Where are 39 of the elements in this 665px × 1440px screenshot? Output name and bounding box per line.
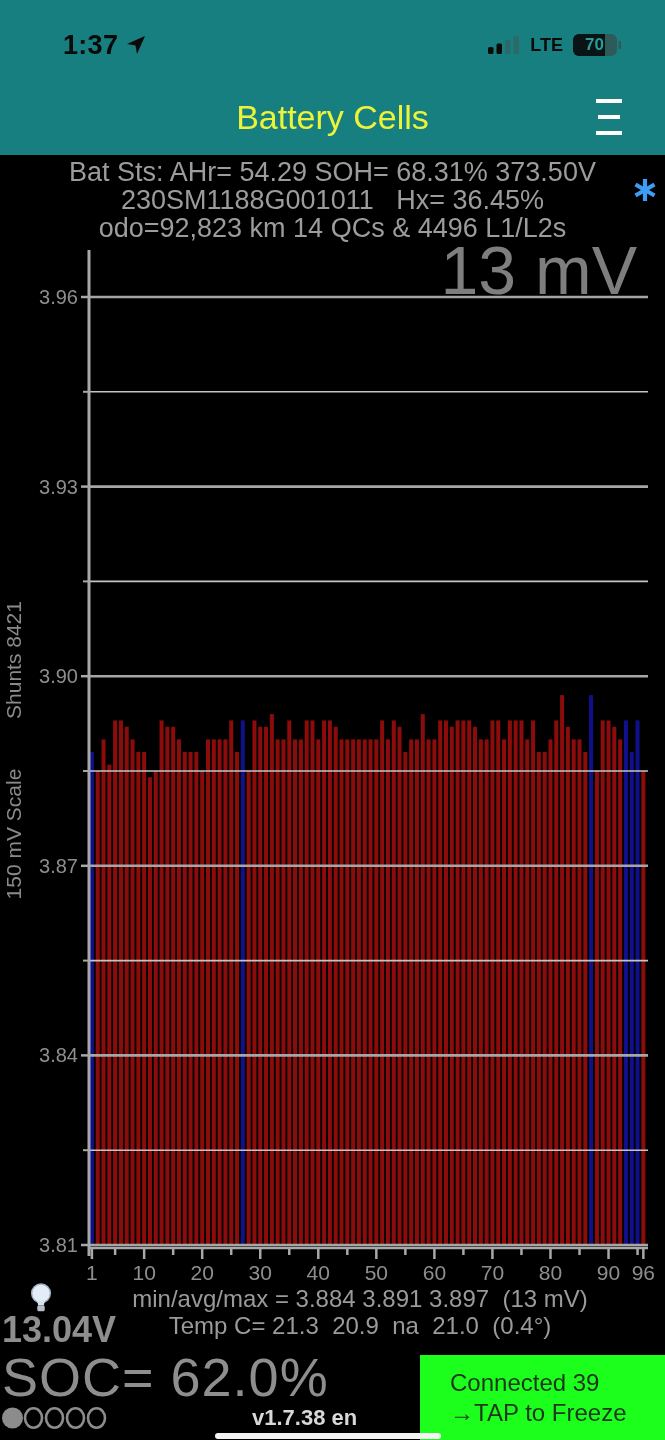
menu-icon[interactable] [596, 99, 622, 135]
x-tick-label: 40 [306, 1261, 330, 1284]
x-tick-label: 90 [596, 1261, 621, 1284]
aux-battery-voltage: 13.04V [2, 1313, 117, 1347]
signal-icon [488, 36, 521, 54]
shunts-label: Shunts 8421 [2, 601, 25, 719]
x-tick-label: 96 [631, 1261, 656, 1284]
y-tick-label: 3.84 [39, 1044, 78, 1067]
x-tick-label: 60 [422, 1261, 447, 1284]
battery-status-text: odo=92,823 km 14 QCs & 4496 L1/L2s [98, 214, 567, 242]
x-tick-label: 70 [480, 1261, 505, 1284]
battery-icon [573, 34, 621, 56]
light-bulb-icon[interactable] [28, 1283, 54, 1313]
y-tick-label: 3.96 [39, 286, 78, 308]
version-text: v1.7.38 en [252, 1407, 358, 1429]
y-tick-label: 3.81 [39, 1234, 78, 1256]
network-type: LTE [530, 34, 563, 56]
freeze-button[interactable]: Connected 39 →TAP to Freeze [420, 1355, 665, 1440]
status-time: 1:37 [63, 29, 119, 61]
battery-status-text: 230SM1188G001011 Hx= 36.45% [120, 186, 545, 214]
state-of-charge: SOC= 62.0% [2, 1349, 330, 1405]
axis-title: 150 mV Scale [2, 768, 25, 900]
x-tick-label: 10 [132, 1261, 156, 1284]
temperature-text: Temp C= 21.3 20.9 na 21.0 (0.4°) [168, 1312, 552, 1339]
y-tick-label: 3.93 [39, 475, 78, 498]
x-tick-label: 30 [248, 1261, 272, 1284]
battery-percent: 70 [585, 34, 604, 56]
x-tick-label: 50 [364, 1261, 388, 1284]
x-tick-label: 20 [190, 1261, 214, 1284]
x-tick-label: 1 [86, 1261, 98, 1284]
min-avg-max-text: min/avg/max = 3.884 3.891 3.897 (13 mV) [132, 1285, 588, 1312]
x-tick-label: 80 [538, 1261, 563, 1284]
asterisk-icon[interactable] [633, 178, 657, 202]
location-arrow-icon [126, 35, 147, 55]
spread-value: 13 mV [440, 242, 637, 308]
y-tick-label: 3.90 [39, 665, 78, 688]
y-tick-label: 3.87 [39, 854, 78, 877]
screen-title: Battery Cells [236, 97, 429, 137]
battery-status-text: Bat Sts: AHr= 54.29 SOH= 68.31% 373.50V [69, 158, 596, 186]
